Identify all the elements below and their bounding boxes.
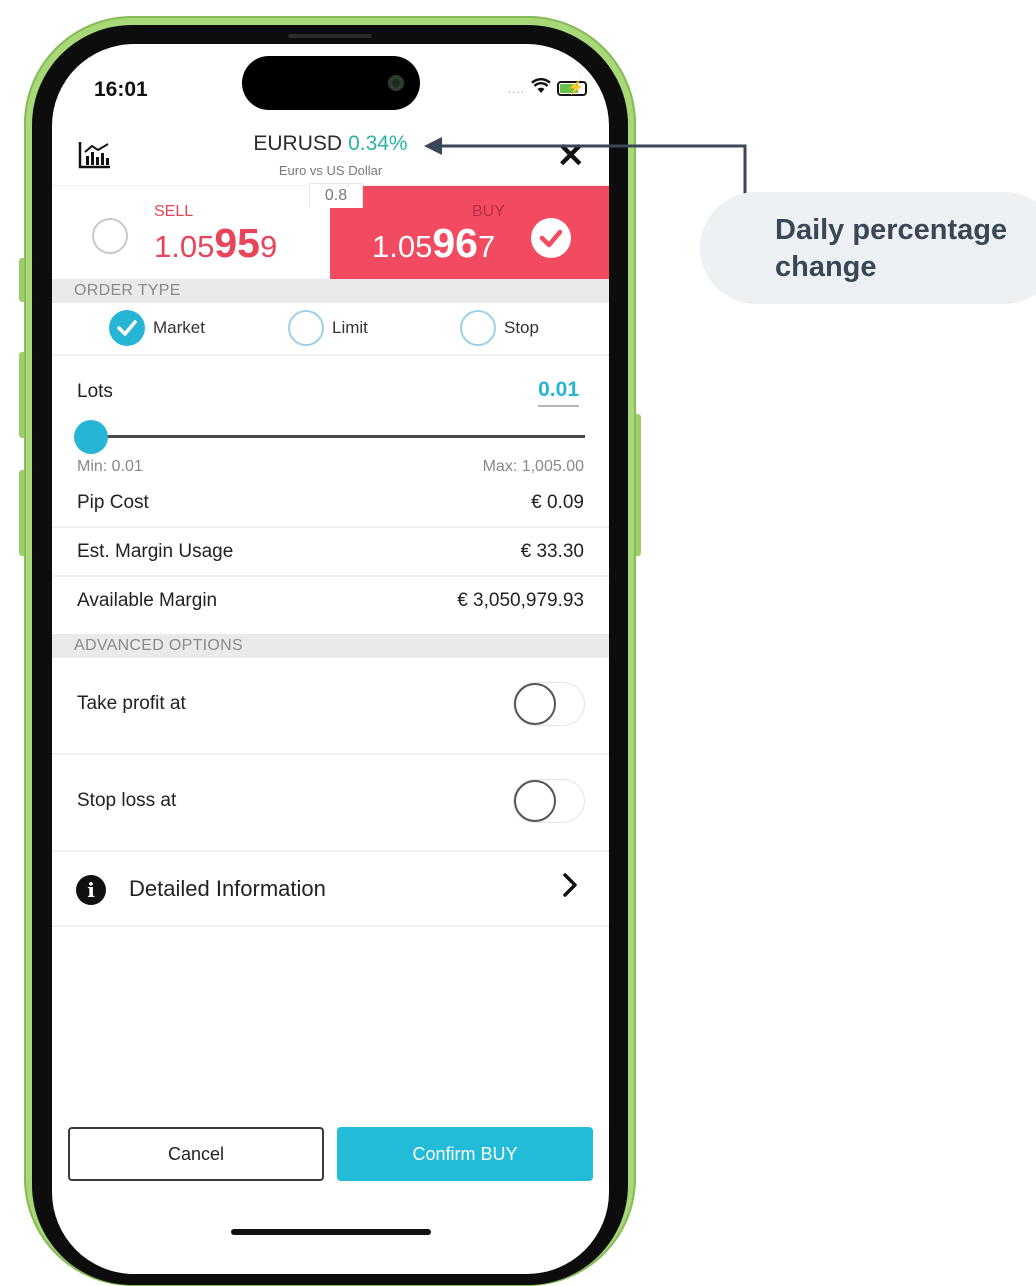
- order-type-market-label: Market: [153, 318, 205, 337]
- buy-price: 1.05967: [372, 220, 495, 267]
- sell-price-pips: 95: [214, 220, 260, 266]
- lots-slider-track[interactable]: [90, 435, 585, 438]
- callout-label: Daily percentage change: [775, 212, 1035, 286]
- order-type-market[interactable]: Market: [109, 310, 205, 346]
- divider: [52, 850, 609, 852]
- sell-price: 1.05959: [154, 220, 277, 267]
- available-margin-value: € 3,050,979.93: [457, 590, 584, 611]
- callout-text: Daily percentage change: [775, 214, 1008, 283]
- buy-price-pips: 96: [432, 220, 478, 266]
- home-indicator: [231, 1229, 431, 1235]
- order-type-section-title: ORDER TYPE: [52, 279, 609, 303]
- order-type-stop[interactable]: Stop: [460, 310, 539, 346]
- divider: [52, 526, 609, 528]
- advanced-options-section-title: ADVANCED OPTIONS: [52, 634, 609, 658]
- sell-price-prefix: 1.05: [154, 229, 215, 264]
- lots-max-label: Max: 1,005.00: [482, 458, 584, 475]
- pip-cost-label: Pip Cost: [77, 492, 149, 513]
- instrument-subtitle: Euro vs US Dollar: [278, 163, 383, 178]
- buy-price-fraction: 7: [477, 229, 496, 264]
- take-profit-toggle[interactable]: [513, 682, 585, 726]
- stop-loss-label: Stop loss at: [77, 790, 177, 811]
- order-type-limit-label: Limit: [332, 318, 368, 337]
- order-type-options: Market Limit Stop: [52, 302, 609, 354]
- pip-cost-value: € 0.09: [531, 492, 584, 513]
- info-icon: i: [76, 875, 106, 905]
- dynamic-island: [242, 56, 420, 110]
- sell-button[interactable]: SELL 1.05959: [52, 186, 330, 279]
- spread-badge: 0.8: [309, 183, 363, 208]
- take-profit-label: Take profit at: [77, 693, 186, 714]
- divider: [52, 753, 609, 755]
- radio-icon: [460, 310, 496, 346]
- lots-input[interactable]: 0.01: [538, 378, 579, 407]
- chevron-right-icon: [561, 872, 579, 905]
- detailed-information-label: Detailed Information: [129, 876, 326, 901]
- buy-check-icon: [531, 218, 571, 258]
- order-type-stop-label: Stop: [504, 318, 539, 337]
- front-camera: [388, 75, 404, 91]
- stop-loss-toggle[interactable]: [513, 779, 585, 823]
- divider: [52, 925, 609, 927]
- sell-radio[interactable]: [92, 218, 128, 254]
- divider: [52, 354, 609, 356]
- radio-icon: [288, 310, 324, 346]
- buy-price-prefix: 1.05: [372, 229, 433, 264]
- lots-min-label: Min: 0.01: [77, 458, 143, 475]
- status-icons: .... ⚡: [508, 78, 587, 99]
- divider: [52, 575, 609, 577]
- buy-button[interactable]: BUY 1.05967: [330, 186, 609, 279]
- instrument-title: EURUSD 0.34%: [52, 132, 609, 156]
- toggle-knob: [514, 780, 556, 822]
- buy-label: BUY: [472, 203, 505, 220]
- lots-slider-thumb[interactable]: [74, 420, 108, 454]
- margin-usage-label: Est. Margin Usage: [77, 541, 234, 562]
- wifi-icon: [531, 78, 551, 99]
- margin-usage-value: € 33.30: [520, 541, 584, 562]
- signal-icon: ....: [507, 81, 525, 96]
- status-time: 16:01: [94, 78, 148, 101]
- close-icon[interactable]: ✕: [557, 136, 586, 176]
- confirm-buy-button[interactable]: Confirm BUY: [337, 1127, 593, 1181]
- sell-label: SELL: [154, 203, 194, 220]
- sell-price-fraction: 9: [259, 229, 278, 264]
- toggle-knob: [514, 683, 556, 725]
- battery-charging-icon: ⚡: [557, 79, 587, 96]
- lots-label: Lots: [77, 381, 113, 402]
- instrument-symbol: EURUSD: [253, 132, 343, 155]
- available-margin-label: Available Margin: [77, 590, 218, 611]
- check-icon: [109, 310, 145, 346]
- cancel-button[interactable]: Cancel: [68, 1127, 324, 1181]
- phone-speaker: [288, 34, 372, 38]
- daily-change-percent: 0.34%: [348, 132, 408, 155]
- phone-screen: 16:01 .... ⚡ EURUSD 0.34% Euro vs US Doll…: [52, 44, 609, 1274]
- order-type-limit[interactable]: Limit: [288, 310, 368, 346]
